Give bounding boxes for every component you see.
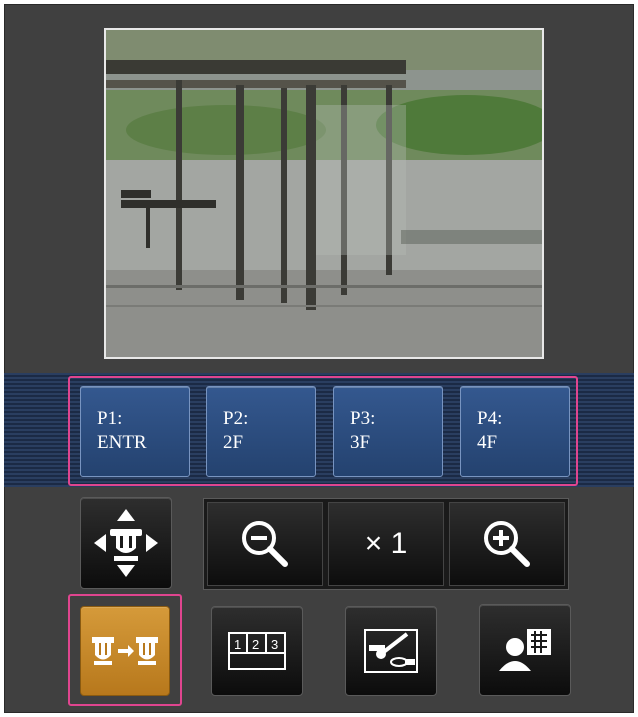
zoom-out-icon [242, 521, 288, 567]
preset-button-p1[interactable]: P1: ENTR [80, 386, 190, 477]
zoom-in-icon [484, 521, 530, 567]
preset-button-p3[interactable]: P3: 3F [333, 386, 443, 477]
camera-scene [106, 30, 542, 357]
brightness-icon [364, 629, 418, 673]
multi-screen-icon: 1 2 3 [228, 632, 286, 670]
preset-name: 2F [223, 432, 244, 453]
preset-label: P2: [223, 408, 249, 429]
preset-button-p2[interactable]: P2: 2F [206, 386, 316, 477]
preset-label: P1: [97, 408, 123, 429]
camera-switch-button[interactable] [80, 606, 170, 696]
user-screen-button[interactable] [479, 604, 571, 696]
user-screen-icon [499, 629, 551, 671]
pan-tilt-button[interactable] [80, 497, 172, 589]
preset-button-p4[interactable]: P4: 4F [460, 386, 570, 477]
preset-label: P4: [477, 408, 503, 429]
preset-name: 4F [477, 432, 498, 453]
screen-number-2: 2 [252, 637, 259, 652]
zoom-out-button[interactable] [207, 502, 323, 586]
screen-number-1: 1 [234, 637, 241, 652]
zoom-control-group: × 1 [203, 498, 569, 590]
zoom-level-label: × 1 [364, 527, 408, 560]
camera-switch-icon [92, 637, 158, 665]
pan-tilt-camera-icon [94, 509, 158, 577]
zoom-level-display: × 1 [328, 502, 444, 586]
camera-live-image[interactable] [104, 28, 544, 359]
preset-name: ENTR [97, 432, 147, 453]
zoom-in-button[interactable] [449, 502, 565, 586]
preset-label: P3: [350, 408, 376, 429]
brightness-button[interactable] [345, 606, 437, 696]
multi-screen-button[interactable]: 1 2 3 [211, 606, 303, 696]
preset-name: 3F [350, 432, 371, 453]
screen-number-3: 3 [271, 637, 278, 652]
